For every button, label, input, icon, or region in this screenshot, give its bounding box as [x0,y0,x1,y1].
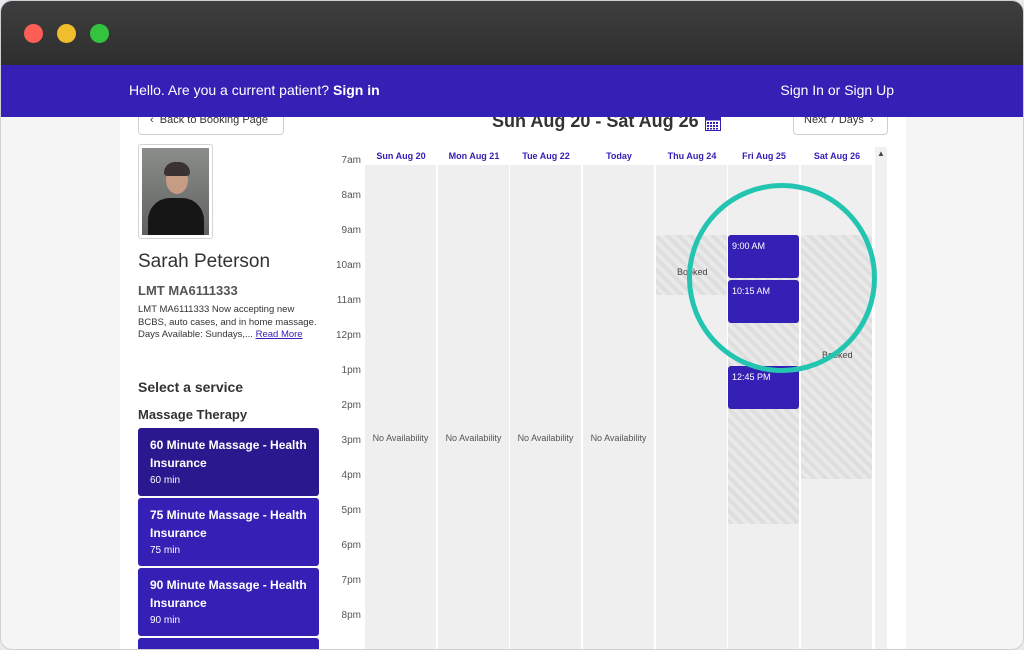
hour-label: 8pm [341,610,361,621]
day-header-sat: Sat Aug 26 [813,151,861,161]
hour-label: 1pm [341,365,361,376]
sign-in-sign-up-link[interactable]: Sign In or Sign Up [780,82,894,98]
provider-license: LMT MA6111333 [138,283,238,298]
close-window-button[interactable] [24,24,43,43]
title-bar [1,1,1023,65]
hour-label: 7am [341,155,361,166]
day-column-mon: No Availability [438,165,509,649]
provider-bio: LMT MA6111333 Now accepting new BCBS, au… [138,304,323,342]
service-title: 60 Minute Massage - Health Insurance [150,438,307,470]
service-title: 90 Minute Massage - Health Insurance [150,578,307,610]
booking-page: ‹ Back to Booking Page Sun Aug 20 - Sat … [120,117,906,649]
hour-label: 7pm [341,575,361,586]
read-more-link[interactable]: Read More [256,329,303,340]
hour-label: 4pm [341,470,361,481]
browser-window: Hello. Are you a current patient? Sign in… [0,0,1024,650]
hour-label: 6pm [341,540,361,551]
calendar-icon[interactable] [705,117,721,131]
booked-label: Booked [677,267,708,277]
service-category: Massage Therapy [138,407,248,422]
greeting: Hello. Are you a current patient? Sign in [129,82,380,98]
time-slot-9-00-am[interactable]: 9:00 AM [728,235,799,278]
booked-block [656,235,727,295]
calendar-scrollbar[interactable] [875,147,887,649]
service-60-minute[interactable]: 60 Minute Massage - Health Insurance 60 … [138,428,319,496]
service-90-minute[interactable]: 90 Minute Massage - Health Insurance 90 … [138,568,319,636]
minimize-window-button[interactable] [57,24,76,43]
chevron-right-icon: › [870,117,874,126]
no-availability-label: No Availability [445,433,502,443]
select-service-heading: Select a service [138,379,244,395]
day-header-fri: Fri Aug 25 [742,151,786,161]
day-column-tue: No Availability [510,165,581,649]
day-header-tue: Tue Aug 22 [522,151,570,161]
date-range-title: Sun Aug 20 - Sat Aug 26 [492,117,699,131]
time-slot-12-45-pm[interactable]: 12:45 PM [728,366,799,409]
day-header-sun: Sun Aug 20 [376,151,426,161]
top-navigation-bar: Hello. Are you a current patient? Sign in… [1,65,1023,117]
chevron-left-icon: ‹ [150,117,154,126]
day-header-thu: Thu Aug 24 [667,151,717,161]
hour-label: 8am [341,190,361,201]
provider-photo [138,144,213,239]
hour-label: 3pm [341,435,361,446]
hour-label: 11am [336,295,361,306]
hour-label: 12pm [335,330,361,341]
no-availability-label: No Availability [372,433,429,443]
day-header-mon: Mon Aug 21 [448,151,500,161]
time-slot-10-15-am[interactable]: 10:15 AM [728,280,799,323]
booked-label: Booked [822,350,853,360]
next-label: Next 7 Days [804,117,864,126]
greeting-text: Hello. Are you a current patient? [129,82,330,98]
service-title: 75 Minute Massage - Health Insurance [150,508,307,540]
provider-name: Sarah Peterson [138,251,271,272]
no-availability-label: No Availability [590,433,647,443]
hour-label: 2pm [341,400,361,411]
day-column-thu: Booked [656,165,727,649]
service-next[interactable] [138,638,319,649]
service-duration: 75 min [150,545,181,556]
back-label: Back to Booking Page [159,117,269,126]
sign-in-link[interactable]: Sign in [333,82,380,98]
scroll-up-arrow-icon[interactable]: ▲ [877,149,885,158]
service-75-minute[interactable]: 75 Minute Massage - Health Insurance 75 … [138,498,319,566]
hour-label: 5pm [341,505,361,516]
hour-label: 10am [335,260,361,271]
no-availability-label: No Availability [517,433,574,443]
next-7-days-button[interactable]: Next 7 Days › [793,117,888,135]
day-header-today: Today [606,151,632,161]
back-to-booking-button[interactable]: ‹ Back to Booking Page [138,117,284,135]
day-column-sat: Booked [801,165,872,649]
service-duration: 90 min [150,615,181,626]
hour-label: 9am [341,225,361,236]
day-column-today: No Availability [583,165,654,649]
day-column-sun: No Availability [365,165,436,649]
maximize-window-button[interactable] [90,24,109,43]
service-duration: 60 min [150,475,181,486]
